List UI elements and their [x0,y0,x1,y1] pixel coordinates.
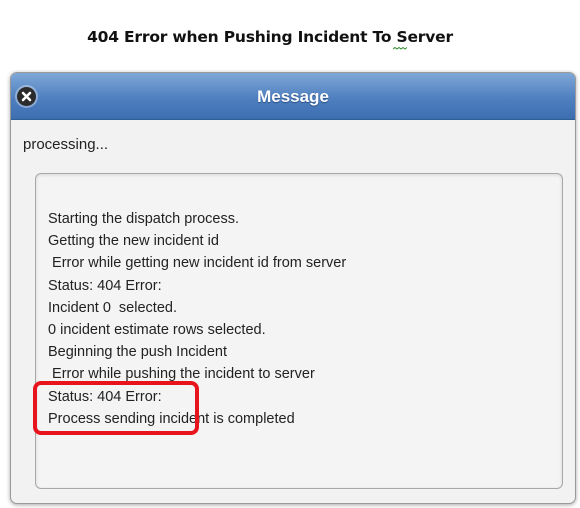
dialog-header: Message [11,73,575,120]
log-line: Incident 0 selected. [48,299,177,316]
log-line: Status: 404 Error: [48,277,162,294]
log-line: Starting the dispatch process. [48,211,240,227]
spellcheck-squiggle-icon [393,47,407,50]
status-text: processing... [23,136,109,153]
dialog-title: Message [257,87,329,106]
message-dialog: Message processing... Starting the dispa… [10,72,576,504]
log-line: Error while getting new incident id from… [48,255,347,272]
page: 404 Error when Pushing Incident To Serve… [0,0,580,508]
log-output-box: Starting the dispatch process. Getting t… [35,173,563,489]
log-line: 0 incident estimate rows selected. [48,322,266,339]
log-line: Getting the new incident id [48,233,219,250]
log-line: Beginning the push Incident [48,344,227,361]
close-icon[interactable] [17,87,36,106]
error-highlight-box [33,381,199,435]
document-title: 404 Error when Pushing Incident To Serve… [87,28,453,46]
